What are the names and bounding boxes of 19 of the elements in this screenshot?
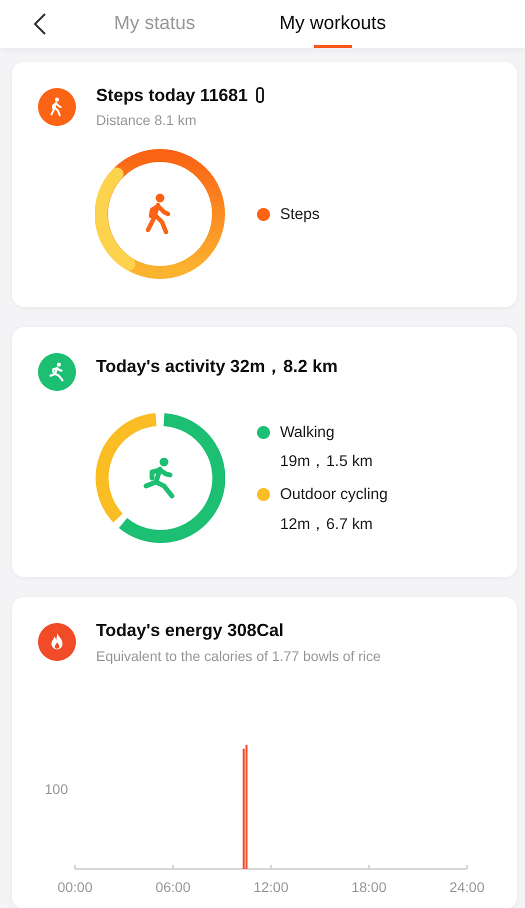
card-title: Steps today 11681 bbox=[96, 84, 248, 107]
legend-detail: 19m，1.5 km bbox=[280, 452, 374, 472]
value-label: 100 bbox=[44, 780, 68, 796]
legend-detail: 12m，6.7 km bbox=[280, 514, 374, 534]
legend-label: Outdoor cycling bbox=[280, 485, 388, 506]
tick-label: 18:00 bbox=[351, 878, 387, 894]
tick-label: 24:00 bbox=[449, 878, 485, 894]
card-title: Today's energy 308Cal bbox=[96, 619, 284, 642]
legend-label: Steps bbox=[280, 204, 320, 225]
tick-label: 06:00 bbox=[155, 878, 191, 894]
tick-label: 12:00 bbox=[253, 878, 289, 894]
back-icon bbox=[33, 12, 47, 36]
card-subtitle: Equivalent to the calories of 1.77 bowls of rice bbox=[96, 646, 381, 666]
card-title: Today's activity 32m，8.2 km bbox=[96, 355, 338, 378]
band-icon bbox=[256, 87, 264, 104]
card-subtitle: Distance 8.1 km bbox=[96, 111, 198, 130]
tab[interactable]: My workouts bbox=[279, 0, 386, 48]
legend-label: Walking bbox=[280, 422, 335, 443]
tick-label: 00:00 bbox=[57, 878, 93, 894]
